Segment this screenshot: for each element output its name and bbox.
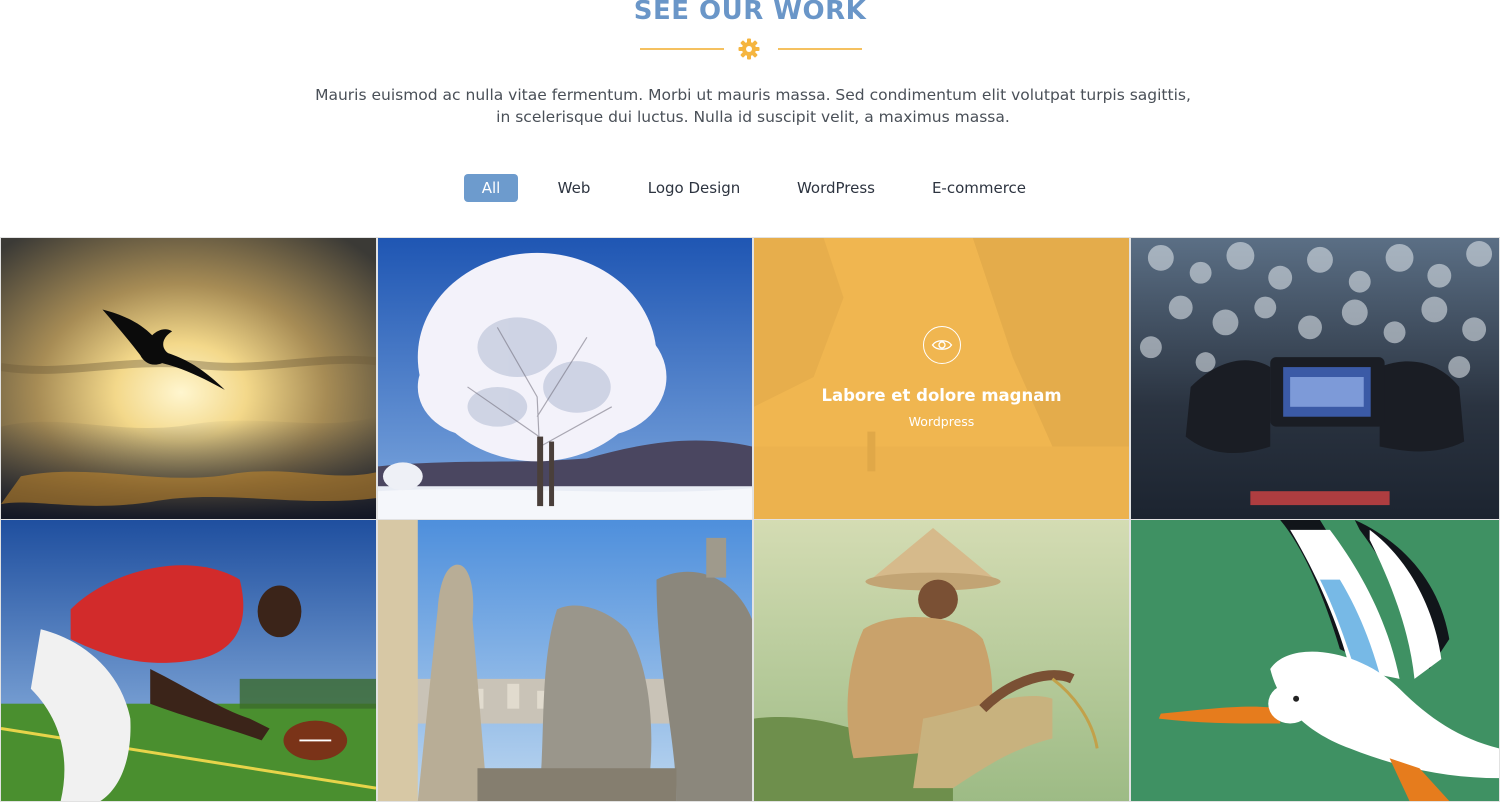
title-divider	[0, 36, 1500, 62]
portfolio-filter-bar: All Web Logo Design WordPress E-commerce	[0, 174, 1500, 202]
portfolio-grid: Labore et dolore magnam Wordpress	[0, 237, 1500, 802]
divider-line-left	[640, 48, 724, 50]
divider-line-right	[778, 48, 862, 50]
gargoyle-image	[378, 520, 752, 801]
gear-icon	[738, 38, 760, 60]
filter-ecommerce[interactable]: E-commerce	[930, 174, 1028, 202]
portfolio-item-football-player[interactable]	[0, 519, 377, 802]
portfolio-item-hovered[interactable]: Labore et dolore magnam Wordpress	[753, 237, 1130, 520]
eye-icon[interactable]	[923, 326, 961, 364]
filter-logo-design[interactable]: Logo Design	[646, 174, 742, 202]
overlay-category: Wordpress	[908, 414, 975, 429]
section-intro: Mauris euismod ac nulla vitae fermentum.…	[315, 86, 1191, 126]
conical-hat-man-image	[754, 520, 1129, 801]
frosted-tree-image	[378, 238, 752, 519]
portfolio-item-frosted-tree[interactable]	[377, 237, 753, 520]
portfolio-item-bird-sunset[interactable]	[0, 237, 377, 520]
bird-sunset-image	[1, 238, 376, 519]
hover-overlay: Labore et dolore magnam Wordpress	[754, 238, 1129, 519]
portfolio-item-camera-bokeh[interactable]	[1130, 237, 1500, 520]
portfolio-item-conical-hat-man[interactable]	[753, 519, 1130, 802]
portfolio-item-pelican[interactable]	[1130, 519, 1500, 802]
football-player-image	[1, 520, 376, 801]
section-title: SEE OUR WORK	[633, 0, 867, 26]
filter-wordpress[interactable]: WordPress	[792, 174, 880, 202]
portfolio-item-gargoyles[interactable]	[377, 519, 753, 802]
camera-bokeh-image	[1131, 238, 1499, 519]
pelican-image	[1131, 520, 1499, 801]
filter-all[interactable]: All	[464, 174, 518, 202]
filter-web[interactable]: Web	[550, 174, 598, 202]
overlay-title[interactable]: Labore et dolore magnam	[754, 386, 1129, 405]
